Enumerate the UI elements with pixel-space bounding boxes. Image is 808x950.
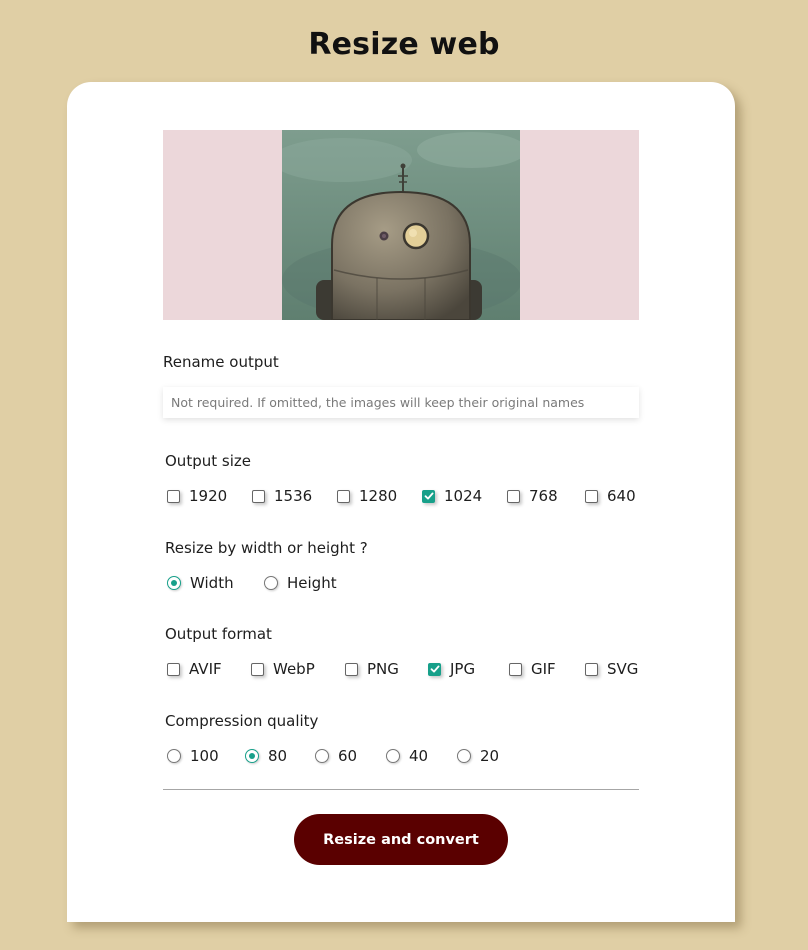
option-label: 20 <box>480 747 500 765</box>
option-label: Height <box>287 574 337 592</box>
option-label: 60 <box>338 747 358 765</box>
compression-quality-label: Compression quality <box>165 712 319 730</box>
output-size-label: Output size <box>165 452 251 470</box>
checkbox[interactable] <box>167 662 180 676</box>
size-option-640[interactable]: 640 <box>585 486 636 506</box>
option-label: 40 <box>409 747 429 765</box>
option-label: SVG <box>607 660 639 678</box>
check-icon <box>430 665 439 673</box>
radio-selected[interactable] <box>245 749 259 763</box>
checkbox[interactable] <box>337 489 350 503</box>
radio[interactable] <box>167 749 181 763</box>
checkbox[interactable] <box>252 489 265 503</box>
divider <box>163 789 639 790</box>
checkbox[interactable] <box>345 662 358 676</box>
radio[interactable] <box>264 576 278 590</box>
option-label: 640 <box>607 487 636 505</box>
format-option-jpg[interactable]: JPG <box>428 659 475 679</box>
option-label: 1536 <box>274 487 313 505</box>
format-option-gif[interactable]: GIF <box>509 659 556 679</box>
robot-painting-image <box>282 130 520 320</box>
resize-form-card: Rename output Output size 1920 1536 1280… <box>67 82 735 922</box>
format-option-webp[interactable]: WebP <box>251 659 315 679</box>
size-option-1280[interactable]: 1280 <box>337 486 397 506</box>
page-title: Resize web <box>308 27 500 62</box>
option-label: 100 <box>190 747 219 765</box>
resize-by-label: Resize by width or height ? <box>165 539 368 557</box>
option-label: PNG <box>367 660 399 678</box>
radio[interactable] <box>315 749 329 763</box>
checkbox[interactable] <box>251 662 264 676</box>
option-label: 768 <box>529 487 558 505</box>
resize-by-height-option[interactable]: Height <box>264 573 337 593</box>
radio[interactable] <box>386 749 400 763</box>
format-option-avif[interactable]: AVIF <box>167 659 222 679</box>
size-option-1024[interactable]: 1024 <box>422 486 482 506</box>
resize-by-width-option[interactable]: Width <box>167 573 234 593</box>
option-label: 1024 <box>444 487 483 505</box>
option-label: AVIF <box>189 660 222 678</box>
checkbox[interactable] <box>585 489 598 503</box>
check-icon <box>424 492 433 500</box>
checkbox-checked[interactable] <box>428 662 441 676</box>
resize-and-convert-button[interactable]: Resize and convert <box>294 814 508 865</box>
quality-option-20[interactable]: 20 <box>457 746 499 766</box>
size-option-768[interactable]: 768 <box>507 486 558 506</box>
checkbox[interactable] <box>507 489 520 503</box>
option-label: GIF <box>531 660 556 678</box>
radio[interactable] <box>457 749 471 763</box>
size-option-1920[interactable]: 1920 <box>167 486 227 506</box>
format-option-svg[interactable]: SVG <box>585 659 638 679</box>
option-label: 1280 <box>359 487 398 505</box>
format-option-png[interactable]: PNG <box>345 659 399 679</box>
image-preview <box>163 130 639 320</box>
quality-option-40[interactable]: 40 <box>386 746 428 766</box>
quality-option-100[interactable]: 100 <box>167 746 219 766</box>
rename-output-label: Rename output <box>163 353 279 371</box>
option-label: WebP <box>273 660 315 678</box>
option-label: JPG <box>450 660 476 678</box>
option-label: 80 <box>268 747 288 765</box>
quality-option-60[interactable]: 60 <box>315 746 357 766</box>
checkbox[interactable] <box>167 489 180 503</box>
option-label: 1920 <box>189 487 228 505</box>
checkbox[interactable] <box>585 662 598 676</box>
size-option-1536[interactable]: 1536 <box>252 486 312 506</box>
quality-option-80[interactable]: 80 <box>245 746 287 766</box>
output-format-label: Output format <box>165 625 272 643</box>
checkbox[interactable] <box>509 662 522 676</box>
rename-output-input[interactable] <box>163 387 639 418</box>
checkbox-checked[interactable] <box>422 489 435 503</box>
option-label: Width <box>190 574 234 592</box>
radio-selected[interactable] <box>167 576 181 590</box>
